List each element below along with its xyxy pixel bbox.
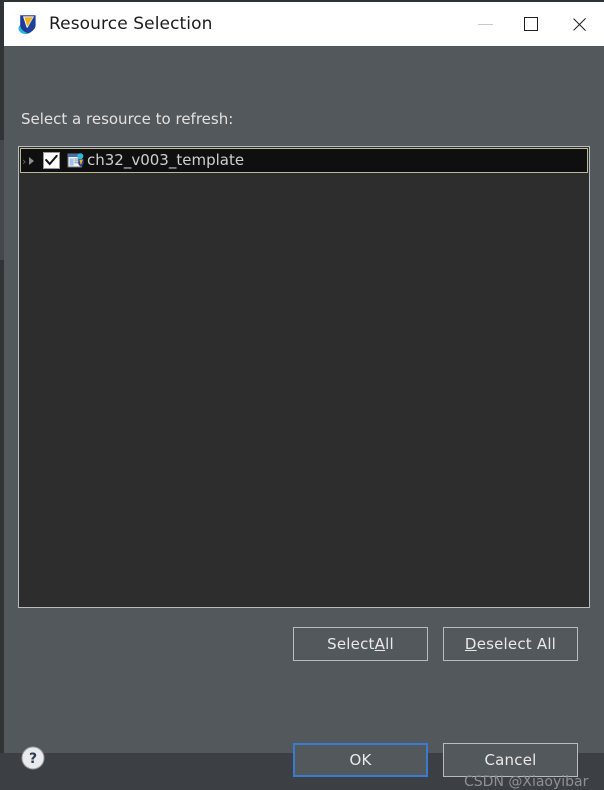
close-button[interactable] bbox=[554, 2, 604, 46]
cancel-button[interactable]: Cancel bbox=[443, 743, 578, 777]
select-all-label-pre: Select bbox=[327, 635, 374, 653]
minimize-icon bbox=[478, 24, 493, 25]
mounriver-shield-check-icon bbox=[17, 13, 39, 35]
window-title: Resource Selection bbox=[49, 14, 213, 34]
cancel-button-label: Cancel bbox=[484, 751, 536, 769]
maximize-button[interactable] bbox=[508, 2, 554, 46]
close-icon bbox=[571, 16, 588, 33]
window-controls bbox=[462, 2, 604, 46]
dialog-body: Select a resource to refresh: › bbox=[4, 46, 604, 753]
ok-button[interactable]: OK bbox=[293, 743, 428, 777]
project-icon bbox=[67, 153, 84, 169]
resource-tree[interactable]: › bbox=[18, 146, 590, 608]
maximize-icon bbox=[524, 17, 538, 31]
expand-arrow-icon[interactable] bbox=[25, 148, 38, 173]
deselect-all-label-post: eselect All bbox=[477, 635, 556, 653]
deselect-all-mnemonic: D bbox=[465, 635, 477, 653]
help-question-icon[interactable]: ? bbox=[21, 746, 45, 770]
ok-button-label: OK bbox=[349, 751, 371, 769]
minimize-button[interactable] bbox=[462, 2, 508, 46]
row-gutter-arrow-icon: › bbox=[22, 155, 26, 168]
tree-row[interactable]: › bbox=[20, 148, 588, 173]
svg-text:?: ? bbox=[29, 751, 37, 767]
select-all-label-post: ll bbox=[385, 635, 394, 653]
deselect-all-button[interactable]: Deselect All bbox=[443, 627, 578, 661]
checkmark-icon bbox=[45, 155, 58, 166]
prompt-label: Select a resource to refresh: bbox=[21, 110, 233, 128]
resource-selection-dialog: Resource Selection Select a resource to … bbox=[4, 2, 604, 753]
title-bar[interactable]: Resource Selection bbox=[4, 2, 604, 46]
resource-checkbox[interactable] bbox=[43, 152, 60, 169]
select-all-button[interactable]: Select All bbox=[293, 627, 428, 661]
select-all-mnemonic: A bbox=[375, 635, 385, 653]
tree-item-label: ch32_v003_template bbox=[87, 151, 244, 170]
